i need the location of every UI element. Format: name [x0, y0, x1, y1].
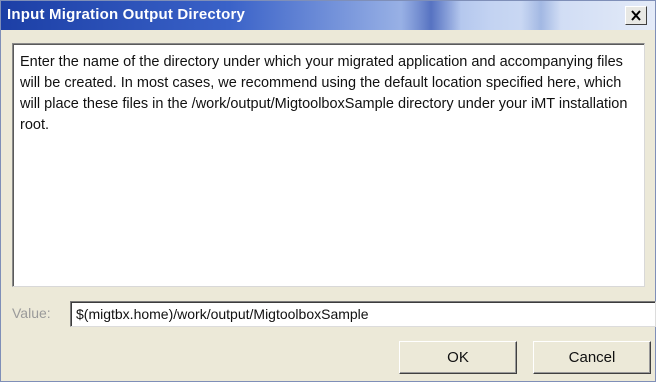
- cancel-button[interactable]: Cancel: [533, 341, 651, 374]
- titlebar-gradient-accent: [401, 1, 461, 30]
- migration-output-dialog: Input Migration Output Directory Enter t…: [0, 0, 656, 382]
- message-text: Enter the name of the directory under wh…: [20, 54, 628, 133]
- titlebar-gradient-accent-secondary: [521, 1, 561, 30]
- ok-button[interactable]: OK: [399, 341, 517, 374]
- dialog-title: Input Migration Output Directory: [7, 6, 246, 23]
- value-input[interactable]: [70, 301, 656, 327]
- message-text-area[interactable]: Enter the name of the directory under wh…: [12, 43, 645, 287]
- close-button[interactable]: [625, 6, 647, 25]
- dialog-titlebar[interactable]: Input Migration Output Directory: [1, 1, 655, 30]
- value-label: Value:: [12, 305, 51, 321]
- close-icon: [631, 10, 641, 21]
